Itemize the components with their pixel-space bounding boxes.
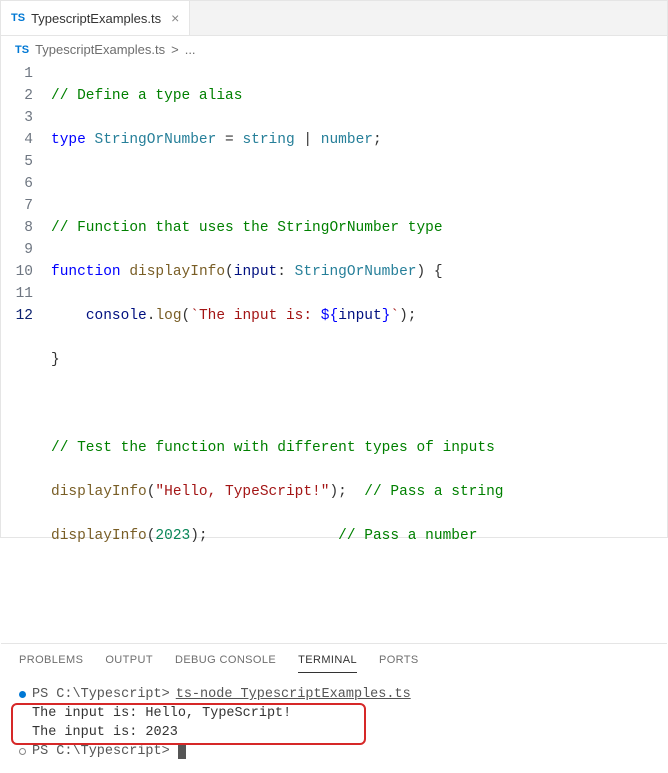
code-editor[interactable]: 1 2 3 4 5 6 7 8 9 10 11 12 // Define a t… [1,63,667,643]
line-gutter: 1 2 3 4 5 6 7 8 9 10 11 12 [1,63,51,635]
tab-bar: TS TypescriptExamples.ts × [1,1,667,36]
terminal-line: PS C:\Typescript> [19,742,649,761]
breadcrumb-sep: > [171,42,179,57]
tab-problems[interactable]: PROBLEMS [19,654,83,673]
panel-tab-bar: PROBLEMS OUTPUT DEBUG CONSOLE TERMINAL P… [1,643,667,673]
close-icon[interactable]: × [171,10,179,26]
breadcrumb-filename: TypescriptExamples.ts [35,42,165,57]
cursor-icon [178,744,186,759]
terminal-panel[interactable]: PS C:\Typescript> ts-node TypescriptExam… [1,673,667,773]
active-session-icon [19,691,26,698]
terminal-line: PS C:\Typescript> ts-node TypescriptExam… [19,685,649,704]
breadcrumb-more: ... [185,42,196,57]
editor-tab[interactable]: TS TypescriptExamples.ts × [1,1,190,35]
tab-output[interactable]: OUTPUT [105,654,153,673]
tab-terminal[interactable]: TERMINAL [298,654,357,673]
ts-file-icon: TS [15,44,29,56]
ts-file-icon: TS [11,12,25,24]
terminal-output-line: The input is: 2023 [19,723,649,742]
tab-ports[interactable]: PORTS [379,654,419,673]
tab-debug-console[interactable]: DEBUG CONSOLE [175,654,276,673]
breadcrumb[interactable]: TS TypescriptExamples.ts > ... [1,36,667,63]
session-icon [19,748,26,755]
code-content[interactable]: // Define a type alias type StringOrNumb… [51,63,667,635]
prompt: PS C:\Typescript> [32,685,170,704]
command: ts-node TypescriptExamples.ts [176,685,411,704]
prompt: PS C:\Typescript> [32,742,170,761]
tab-filename: TypescriptExamples.ts [31,11,161,26]
terminal-output-line: The input is: Hello, TypeScript! [19,704,649,723]
